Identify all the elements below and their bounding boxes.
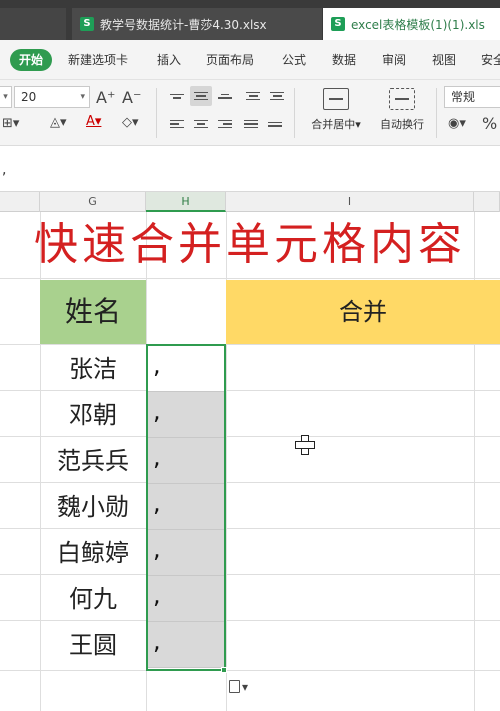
percent-format-button[interactable]: % [482, 114, 497, 133]
menu-start-button[interactable]: 开始 [10, 49, 52, 71]
divider [156, 88, 157, 138]
font-size-select[interactable]: 20 ▾ [14, 86, 90, 108]
spreadsheet-grid[interactable]: 快速合并单元格内容 姓名 合并 张洁 邓朝 范兵兵 魏小勋 白鲸婷 何九 王圆 … [0, 212, 500, 711]
comma-cell[interactable]: , [147, 530, 225, 576]
paste-options-button[interactable]: ▾ [229, 677, 259, 697]
cell-cursor-icon [295, 435, 315, 455]
comma-cell[interactable]: , [147, 484, 225, 530]
border-icon[interactable]: ⊞▾ [2, 116, 19, 131]
column-header-j[interactable] [474, 192, 500, 212]
align-top-icon[interactable] [166, 86, 188, 106]
clear-format-icon[interactable]: ◇▾ [122, 115, 139, 130]
name-cell[interactable]: 魏小勋 [40, 484, 146, 530]
wrap-text-button[interactable]: 自动换行 [370, 88, 434, 132]
grow-font-button[interactable]: A⁺ [96, 88, 115, 107]
comma-cell[interactable]: , [147, 392, 225, 438]
name-cell[interactable]: 何九 [40, 576, 146, 622]
ribbon-toolbar: ▾ 20 ▾ A⁺ A⁻ ⊞▾ ◬▾ A▾ ◇▾ 合并居中▾ 自动换行 常规 ◉… [0, 80, 500, 146]
font-name-dropdown[interactable]: ▾ [0, 86, 12, 108]
column-header-i[interactable]: I [226, 192, 474, 212]
align-left-icon[interactable] [166, 114, 188, 134]
font-size-value: 20 [21, 90, 37, 104]
divider [294, 88, 295, 138]
divider [436, 88, 437, 138]
tab-workbook-2[interactable]: S excel表格模板(1)(1).xls [323, 8, 500, 40]
formula-bar[interactable]: , [0, 146, 500, 192]
menu-data[interactable]: 数据 [332, 51, 356, 68]
comma-cell-active[interactable]: , [147, 346, 225, 392]
chevron-down-icon: ▾ [242, 680, 249, 694]
merge-center-button[interactable]: 合并居中▾ [304, 88, 368, 132]
name-cell[interactable]: 白鲸婷 [40, 530, 146, 576]
grid-line [0, 344, 500, 345]
spreadsheet-icon: S [331, 17, 345, 31]
merge-cells-icon [323, 88, 349, 110]
window-tab-bar: S 教学号数据统计-曹莎4.30.xlsx S excel表格模板(1)(1).… [0, 0, 500, 40]
comma-cell[interactable]: , [147, 622, 225, 668]
font-color-icon[interactable]: A▾ [86, 114, 101, 129]
align-bottom-icon[interactable] [214, 86, 236, 106]
menu-view[interactable]: 视图 [432, 51, 456, 68]
distributed-icon[interactable] [264, 114, 286, 134]
menu-review[interactable]: 审阅 [382, 51, 406, 68]
tab-label: excel表格模板(1)(1).xls [351, 17, 485, 32]
header-cell-merge[interactable]: 合并 [226, 280, 500, 344]
formula-content[interactable]: , [2, 162, 6, 178]
wrap-text-icon [389, 88, 415, 110]
column-header-bar: G H I [0, 192, 500, 212]
tab-label: 教学号数据统计-曹莎4.30.xlsx [100, 17, 267, 32]
column-header-h[interactable]: H [146, 192, 226, 212]
menu-security[interactable]: 安全 [481, 51, 500, 68]
align-right-icon[interactable] [214, 114, 236, 134]
menu-insert[interactable]: 插入 [157, 51, 181, 68]
column-header-g[interactable]: G [40, 192, 146, 212]
tab-workbook-1[interactable]: S 教学号数据统计-曹莎4.30.xlsx [72, 8, 322, 40]
decrease-indent-icon[interactable] [242, 86, 264, 106]
menu-new-tab[interactable]: 新建选项卡 [68, 51, 128, 68]
menu-formulas[interactable]: 公式 [282, 51, 306, 68]
fill-handle[interactable] [221, 667, 227, 673]
chevron-down-icon: ▾ [355, 118, 361, 131]
menu-page-layout[interactable]: 页面布局 [206, 51, 254, 68]
grid-line [0, 278, 500, 279]
number-format-select[interactable]: 常规 [444, 86, 500, 108]
align-middle-icon[interactable] [190, 86, 212, 106]
justify-icon[interactable] [240, 114, 262, 134]
comma-cell[interactable]: , [147, 576, 225, 622]
column-header-left[interactable] [0, 192, 40, 212]
grid-line [0, 670, 500, 671]
merge-center-label: 合并居中 [311, 118, 356, 131]
align-center-icon[interactable] [190, 114, 212, 134]
increase-indent-icon[interactable] [266, 86, 288, 106]
chevron-down-icon: ▾ [80, 92, 85, 102]
spreadsheet-icon: S [80, 17, 94, 31]
shrink-font-button[interactable]: A⁻ [122, 88, 141, 107]
clipboard-icon [229, 680, 240, 693]
tab-home-stub[interactable] [0, 8, 66, 40]
currency-format-icon[interactable]: ◉▾ [448, 116, 466, 131]
name-cell[interactable]: 邓朝 [40, 392, 146, 438]
comma-cell[interactable]: , [147, 438, 225, 484]
name-cell[interactable]: 张洁 [40, 346, 146, 392]
name-cell[interactable]: 范兵兵 [40, 438, 146, 484]
header-cell-name[interactable]: 姓名 [40, 280, 146, 344]
wrap-text-label: 自动换行 [380, 118, 424, 131]
ribbon-menu: 开始 新建选项卡 插入 页面布局 公式 数据 审阅 视图 安全 [0, 40, 500, 80]
name-cell[interactable]: 王圆 [40, 622, 146, 668]
fill-color-icon[interactable]: ◬▾ [50, 115, 67, 130]
sheet-title-cell[interactable]: 快速合并单元格内容 [0, 214, 500, 276]
